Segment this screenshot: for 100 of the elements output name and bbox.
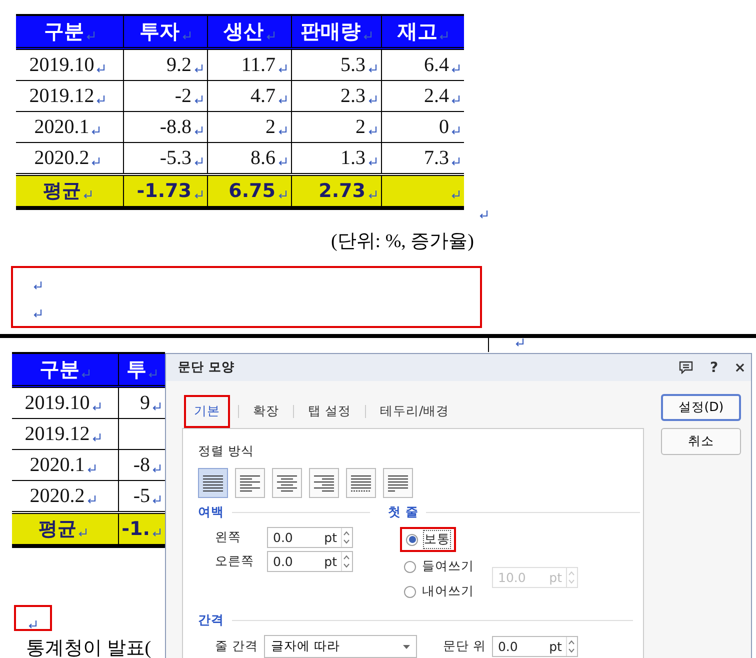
align-button[interactable] [346, 468, 376, 498]
paragraph-mark-icon [91, 156, 100, 166]
tab[interactable]: 테두리/배경 [374, 402, 456, 420]
paragraph-mark-icon [368, 190, 376, 199]
paragraph-mark-icon [451, 156, 460, 166]
paragraph-mark-icon [96, 94, 106, 104]
line-spacing-dropdown[interactable]: 글자에 따라 [264, 635, 417, 658]
tab[interactable]: 기본 [188, 402, 226, 420]
radio-option[interactable]: 들여쓰기 [400, 556, 478, 577]
table-cell: 11.7 [207, 48, 291, 80]
align-left-icon [237, 472, 263, 494]
table-cell: 2.3 [291, 80, 381, 112]
paragraph-mark-icon [278, 64, 286, 72]
paragraph-mark-icon [194, 94, 202, 104]
number-field[interactable]: 0.0 pt [492, 636, 578, 657]
section-label: 정렬 방식 [198, 443, 255, 460]
paragraph-mark-icon [82, 190, 92, 199]
section-title: 여백 [198, 504, 224, 521]
paragraph-mark-icon [86, 494, 96, 504]
align-button[interactable] [272, 468, 302, 498]
paragraph-mark-icon [368, 156, 376, 166]
tab[interactable]: 확장 [247, 402, 285, 420]
paragraph-mark-icon [439, 31, 448, 40]
close-button[interactable]: × [729, 360, 751, 376]
column-header: 투 [118, 353, 165, 386]
paragraph-mark-icon [96, 64, 106, 72]
paragraph-mark-icon [28, 620, 37, 629]
paragraph-mark-icon [451, 64, 460, 72]
paragraph-mark-icon [91, 126, 100, 134]
paragraph-mark-icon [92, 402, 101, 410]
tab[interactable]: 탭 설정 [302, 402, 357, 420]
paragraph-mark-icon [152, 464, 161, 472]
number-field[interactable]: 0.0 pt [267, 551, 353, 572]
paragraph-mark-icon [368, 126, 376, 134]
average-cell: -1. [118, 512, 165, 546]
align-button[interactable] [383, 468, 413, 498]
column-header: 판매량 [291, 15, 381, 48]
paragraph-mark-icon [81, 369, 90, 378]
paragraph-mark-icon [362, 31, 372, 40]
table-cell: 2019.10 [16, 48, 123, 80]
column-header: 재고 [381, 15, 464, 48]
align-button[interactable] [198, 468, 228, 498]
align-button[interactable] [235, 468, 265, 498]
paragraph-mark-icon [278, 94, 286, 104]
memo-icon[interactable] [679, 361, 693, 374]
table-cell: 2.4 [381, 80, 464, 112]
align-button[interactable] [309, 468, 339, 498]
table-cell: 5.3 [291, 48, 381, 80]
paragraph-mark-icon [148, 369, 158, 378]
field-label: 줄 간격 [215, 638, 258, 655]
dialog-title: 문단 모양 [178, 359, 236, 376]
align-divide-icon [385, 472, 411, 494]
body-text: 통계청이 발표( [26, 637, 152, 658]
table-cell: -8.8 [123, 112, 207, 142]
paragraph-mark-icon [152, 494, 161, 504]
paragraph-mark-icon [86, 464, 96, 472]
table-cell: 2019.12 [12, 418, 118, 450]
table-cell: 2020.1 [16, 112, 123, 142]
table-cell: 2 [207, 112, 291, 142]
spinner-arrows-icon[interactable] [566, 639, 576, 654]
average-cell: 2.73 [291, 174, 381, 208]
paragraph-mark-icon [368, 94, 376, 104]
section-title: 간격 [198, 612, 224, 629]
paragraph-mark-icon [86, 31, 95, 40]
average-cell: 6.75 [207, 174, 291, 208]
field-label: 오른쪽 [215, 553, 255, 570]
spinner-arrows-icon[interactable] [342, 554, 351, 569]
paragraph-mark-icon [515, 338, 524, 347]
paragraph-mark-icon [194, 126, 202, 134]
paragraph-mark-icon [266, 31, 274, 40]
table-cell: 6.4 [381, 48, 464, 80]
spinner-arrows-icon[interactable] [342, 530, 351, 545]
align-justify-icon [200, 472, 226, 494]
paragraph-mark-icon [33, 281, 42, 290]
field-label: 왼쪽 [215, 529, 242, 546]
dialog-button[interactable]: 설정(D) [661, 394, 741, 421]
number-field[interactable]: 0.0 pt [267, 527, 353, 548]
help-button[interactable]: ? [703, 360, 725, 376]
field-label: 문단 위 [442, 638, 486, 655]
align-distribute-icon [348, 472, 374, 494]
average-cell: 평균 [16, 174, 123, 208]
paragraph-mark-icon [278, 190, 286, 199]
table-cell: 0 [381, 112, 464, 142]
paragraph-mark-icon [451, 94, 460, 104]
column-header: 투자 [123, 15, 207, 48]
table-cell: 2019.10 [12, 386, 118, 418]
table-cell: 2020.1 [12, 450, 118, 480]
unit-caption: (단위: %, 증가율) [330, 231, 474, 252]
table-cell: -2 [123, 80, 207, 112]
paragraph-mark-icon [152, 528, 161, 537]
radio-option[interactable]: 보통 [402, 529, 454, 550]
column-header: 구분 [12, 353, 118, 386]
column-header: 구분 [16, 15, 123, 48]
paragraph-mark-icon [278, 126, 286, 134]
average-cell: 평균 [12, 512, 118, 546]
radio-option[interactable]: 내어쓰기 [400, 581, 478, 602]
paragraph-mark-icon [92, 432, 101, 442]
table-cell: 2019.12 [16, 80, 123, 112]
dialog-button[interactable]: 취소 [661, 428, 741, 455]
align-right-icon [311, 472, 337, 494]
